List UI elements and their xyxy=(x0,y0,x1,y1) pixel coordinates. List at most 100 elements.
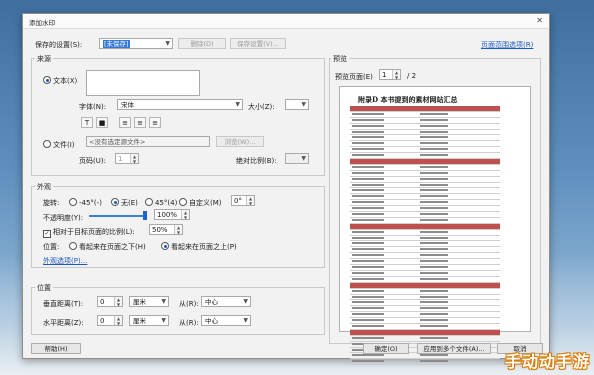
front-page-radio[interactable] xyxy=(161,242,169,250)
saved-settings-select[interactable]: [未保存] ▼ xyxy=(99,38,173,49)
rotation-custom-option[interactable]: 自定义(M) xyxy=(179,198,222,208)
relative-scale-label: 相对于目标页面的比例(L): xyxy=(53,228,135,236)
rotation-custom-value: 0° xyxy=(234,197,242,205)
source-group-label: 来源 xyxy=(35,54,53,64)
text-format-button[interactable]: T xyxy=(81,117,93,128)
preview-page-stepper[interactable]: 1 ▲ ▼ xyxy=(379,69,401,80)
behind-page-option[interactable]: 看起来在页面之下(H) xyxy=(69,242,146,252)
vertical-distance-label: 垂直距离(T): xyxy=(43,300,84,308)
rotation-label: 旋转: xyxy=(43,199,60,207)
chevron-down-icon: ▼ xyxy=(161,298,166,305)
rotation-45-option[interactable]: 45°(4) xyxy=(145,198,177,207)
saved-settings-value: [未保存] xyxy=(103,40,130,48)
source-file-field[interactable]: <没有选定源文件> xyxy=(86,136,210,147)
position-mode-label: 位置: xyxy=(43,243,60,251)
vertical-distance-stepper[interactable]: 0 ▲ ▼ xyxy=(97,296,123,307)
chevron-down-icon: ▼ xyxy=(301,155,306,162)
rotation-none-radio[interactable] xyxy=(111,198,119,206)
horizontal-distance-stepper[interactable]: 0 ▲ ▼ xyxy=(97,315,123,326)
stepper-arrows-icon[interactable]: ▲ ▼ xyxy=(114,297,122,307)
vertical-from-select[interactable]: 中心 ▼ xyxy=(201,296,251,307)
horizontal-unit-select[interactable]: 厘米 ▼ xyxy=(129,315,169,326)
align-right-icon: ≡ xyxy=(152,119,158,127)
behind-page-label: 看起来在页面之下(H) xyxy=(79,243,146,251)
text-radio-label: 文本(X) xyxy=(53,77,78,85)
horizontal-from-select[interactable]: 中心 ▼ xyxy=(201,315,251,326)
file-radio-option[interactable]: 文件(I) xyxy=(43,140,75,150)
font-value: 宋体 xyxy=(121,101,134,109)
text-color-button[interactable]: ■ xyxy=(96,117,108,128)
text-radio[interactable] xyxy=(43,76,51,84)
opacity-slider[interactable] xyxy=(89,215,145,217)
file-radio[interactable] xyxy=(43,140,51,148)
page-range-options-link[interactable]: 页面范围选项(R) xyxy=(481,40,533,50)
stepper-arrows-icon[interactable]: ▲ ▼ xyxy=(114,316,122,326)
rotation-none-option[interactable]: 无(E) xyxy=(111,198,138,208)
opacity-label: 不透明度(Y): xyxy=(43,214,84,222)
behind-page-radio[interactable] xyxy=(69,242,77,250)
text-radio-option[interactable]: 文本(X) xyxy=(43,76,77,86)
appearance-options-link[interactable]: 外观选项(P)... xyxy=(43,256,87,266)
front-page-option[interactable]: 看起来在页面之上(P) xyxy=(161,242,237,252)
relative-scale-checkbox[interactable]: ✓ xyxy=(43,230,51,238)
font-select[interactable]: 宋体 ▼ xyxy=(117,99,243,110)
align-left-button[interactable]: ≡ xyxy=(119,117,131,128)
ok-button[interactable]: 确定(O) xyxy=(363,343,409,354)
absolute-scale-select[interactable]: ▼ xyxy=(285,153,309,164)
chevron-down-icon: ▼ xyxy=(161,317,166,324)
chevron-down-icon: ▼ xyxy=(243,317,248,324)
rotation-45-radio[interactable] xyxy=(145,198,153,206)
opacity-stepper[interactable]: 100% ▲ ▼ xyxy=(154,209,190,220)
chevron-down-icon: ▼ xyxy=(301,101,306,108)
rotation-custom-stepper[interactable]: 0° ▲ ▼ xyxy=(231,195,255,206)
dialog-title: 添加水印 xyxy=(29,19,55,27)
apply-multiple-button[interactable]: 应用到多个文件(A)... xyxy=(417,343,491,354)
vertical-from-value: 中心 xyxy=(205,298,218,306)
rotation-45-label: 45°(4) xyxy=(155,199,178,207)
size-select[interactable]: ▼ xyxy=(285,99,309,110)
stepper-arrows-icon[interactable]: ▲ ▼ xyxy=(392,70,400,80)
page-number-value: 1 xyxy=(118,155,123,163)
rotation-custom-radio[interactable] xyxy=(179,198,187,206)
site-watermark: 手动动手游 xyxy=(504,352,590,371)
rotation-neg45-label: -45°(-) xyxy=(79,199,102,207)
rotation-neg45-option[interactable]: -45°(-) xyxy=(69,198,102,207)
preview-page-value: 1 xyxy=(382,71,387,79)
page-number-stepper[interactable]: 1 ▲ ▼ xyxy=(115,153,139,164)
page-number-label: 页码(U): xyxy=(79,157,106,165)
close-icon[interactable]: ✕ xyxy=(536,16,543,25)
relative-scale-option[interactable]: ✓ 相对于目标页面的比例(L): xyxy=(43,227,135,238)
vertical-from-label: 从(R): xyxy=(179,300,199,308)
text-color-label: ■ xyxy=(98,119,106,127)
align-center-button[interactable]: ≡ xyxy=(134,117,146,128)
horizontal-unit-value: 厘米 xyxy=(133,317,146,325)
opacity-slider-handle[interactable] xyxy=(143,211,147,220)
align-center-icon: ≡ xyxy=(137,119,143,127)
preview-page-label: 预览页面(E) xyxy=(335,73,373,81)
help-button[interactable]: 帮助(H) xyxy=(31,343,81,354)
chevron-down-icon: ▼ xyxy=(165,40,170,47)
horizontal-from-label: 从(R): xyxy=(179,319,199,327)
chevron-down-icon: ▼ xyxy=(243,298,248,305)
save-settings-button[interactable]: 保存设置(V)... xyxy=(230,38,286,49)
stepper-arrows-icon[interactable]: ▲ ▼ xyxy=(130,154,138,164)
vertical-unit-select[interactable]: 厘米 ▼ xyxy=(129,296,169,307)
text-format-label: T xyxy=(84,119,90,127)
watermark-text-input[interactable] xyxy=(86,70,200,96)
saved-settings-label: 保存的设置(S): xyxy=(35,41,83,49)
preview-group-label: 预览 xyxy=(331,54,349,64)
stepper-arrows-icon[interactable]: ▲ ▼ xyxy=(246,196,254,206)
preview-table-row xyxy=(350,359,500,366)
stepper-arrows-icon[interactable]: ▲ ▼ xyxy=(181,210,189,220)
horizontal-distance-value: 0 xyxy=(100,317,105,325)
align-right-button[interactable]: ≡ xyxy=(149,117,161,128)
file-radio-label: 文件(I) xyxy=(53,141,75,149)
size-label: 大小(Z): xyxy=(248,103,275,111)
delete-button[interactable]: 删除(D) xyxy=(178,38,226,49)
rotation-neg45-radio[interactable] xyxy=(69,198,77,206)
stepper-arrows-icon[interactable]: ▲ ▼ xyxy=(174,225,182,235)
chevron-down-icon: ▼ xyxy=(235,101,240,108)
relative-scale-stepper[interactable]: 50% ▲ ▼ xyxy=(149,224,183,235)
vertical-distance-value: 0 xyxy=(100,298,105,306)
browse-button[interactable]: 浏览(W)... xyxy=(216,136,264,147)
